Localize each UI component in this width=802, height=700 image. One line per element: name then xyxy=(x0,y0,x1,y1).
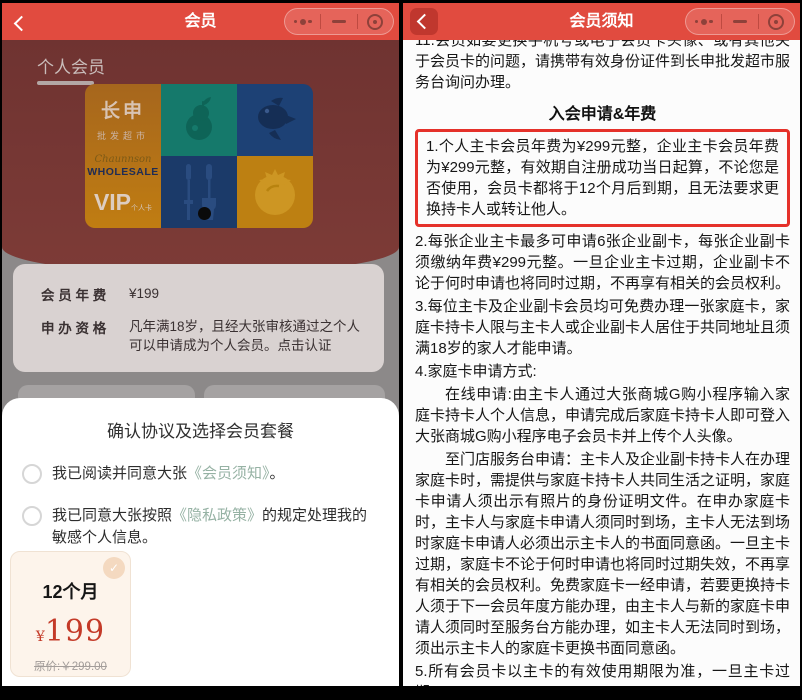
pear-icon xyxy=(175,95,223,145)
check-icon: ✓ xyxy=(103,557,125,579)
brand-name-cn: 长申 xyxy=(101,96,145,123)
minimize-icon[interactable] xyxy=(722,9,757,34)
notice-paragraph-4-instore: 至门店服务台申请：主卡人及企业副卡持卡人在办理家庭卡时，需提供与家庭卡持卡人共同… xyxy=(415,449,790,659)
pear-tile xyxy=(161,84,237,156)
agreement-row-notice: 我已阅读并同意大张《会员须知》。 xyxy=(22,463,381,485)
brand-script-text: Chaunnson xyxy=(95,154,152,165)
tomato-tile xyxy=(237,156,313,228)
notice-paragraph-4-online: 在线申请:由主卡人通过大张商城G购小程序输入家庭卡持卡人个人信息，申请完成后家庭… xyxy=(415,384,790,447)
eligibility-value[interactable]: 凡年满18岁，且经大张审核通过之个人可以申请成为个人会员。点击认证 xyxy=(129,317,370,355)
more-icon[interactable] xyxy=(285,9,320,34)
tomato-icon xyxy=(247,165,303,219)
privacy-policy-link[interactable]: 《隐私政策》 xyxy=(172,507,262,524)
tab-personal-member[interactable]: 个人会员 xyxy=(37,53,105,78)
radio-unchecked-icon[interactable] xyxy=(22,506,42,526)
agreement-prefix: 我已同意大张按照 xyxy=(52,507,172,524)
original-price: 原价:￥299.00 xyxy=(11,658,130,674)
carousel-dot-icon xyxy=(198,207,211,220)
right-nav-bar: 会员须知 xyxy=(403,3,800,40)
vip-card-type: 个人卡 xyxy=(131,205,152,212)
member-notice-screen: 11.会员如要更换手机号或电子会员卡头像、或有其他关于会员卡的问题，请携带有效身… xyxy=(403,3,800,686)
agreement-modal: 确认协议及选择会员套餐 我已阅读并同意大张《会员须知》。 我已同意大张按照《隐私… xyxy=(2,398,399,686)
close-target-icon[interactable] xyxy=(759,9,794,34)
more-icon[interactable] xyxy=(686,9,721,34)
agreement-text: 我已同意大张按照《隐私政策》的规定处理我的敏感个人信息。 xyxy=(52,505,381,549)
close-target-icon[interactable] xyxy=(358,9,393,34)
package-option-12-months[interactable]: ✓ 12个月 ¥199 原价:￥299.00 xyxy=(10,551,131,677)
notice-paragraph-3: 3.每位主卡及企业副卡会员均可免费办理一张家庭卡，家庭卡持卡人限与主卡人或企业副… xyxy=(415,296,790,359)
notice-paragraph-2: 2.每张企业主卡最多可申请6张企业副卡，每张企业副卡须缴纳年费¥299元整。一旦… xyxy=(415,231,790,294)
member-screen: 个人会员 长申 批发超市 Chaunnson WHOLESALE VIP个人卡 xyxy=(2,3,399,686)
radio-unchecked-icon[interactable] xyxy=(22,464,42,484)
annual-fee-value: ¥199 xyxy=(129,284,159,304)
brand-name-en: WHOLESALE xyxy=(87,166,159,178)
left-nav-bar: 会员 xyxy=(2,3,399,40)
miniprogram-capsule xyxy=(685,8,795,35)
minimize-icon[interactable] xyxy=(321,9,356,34)
modal-title: 确认协议及选择会员套餐 xyxy=(2,417,399,442)
notice-paragraph-5: 5.所有会员卡以主卡的有效使用期限为准，一旦主卡过期， xyxy=(415,661,790,686)
agreement-row-privacy: 我已同意大张按照《隐私政策》的规定处理我的敏感个人信息。 xyxy=(22,505,381,549)
package-price: ¥199 xyxy=(11,614,130,649)
notice-highlight-box: 1.个人主卡会员年费为¥299元整，企业主卡会员年费为¥299元整，有效期自注册… xyxy=(415,129,790,227)
notice-content: 11.会员如要更换手机号或电子会员卡头像、或有其他关于会员卡的问题，请携带有效身… xyxy=(415,30,790,686)
currency-symbol: ¥ xyxy=(36,629,45,645)
tab-active-indicator xyxy=(37,81,94,85)
notice-section-heading: 入会申请&年费 xyxy=(415,100,790,124)
member-notice-link[interactable]: 《会员须知》 xyxy=(187,465,270,482)
fish-icon xyxy=(247,97,303,143)
card-brand-panel: 长申 批发超市 Chaunnson WHOLESALE VIP个人卡 xyxy=(85,84,161,228)
miniprogram-capsule xyxy=(284,8,394,35)
agreement-prefix: 我已阅读并同意大张 xyxy=(52,465,187,482)
brand-subtitle: 批发超市 xyxy=(97,129,149,142)
vip-label: VIP个人卡 xyxy=(94,191,152,214)
eligibility-row: 申 办 资 格 凡年满18岁，且经大张审核通过之个人可以申请成为个人会员。点击认… xyxy=(41,317,370,355)
agreement-text: 我已阅读并同意大张《会员须知》。 xyxy=(52,463,285,485)
membership-card-carousel[interactable]: 长申 批发超市 Chaunnson WHOLESALE VIP个人卡 xyxy=(85,84,313,228)
fish-tile xyxy=(237,84,313,156)
annual-fee-label: 会 员 年 费 xyxy=(41,284,129,304)
price-amount: 199 xyxy=(45,614,105,649)
eligibility-label: 申 办 资 格 xyxy=(41,317,129,355)
notice-paragraph-4: 4.家庭卡申请方式: xyxy=(415,361,790,382)
agreement-suffix: 。 xyxy=(270,465,285,482)
membership-info-card: 会 员 年 费 ¥199 申 办 资 格 凡年满18岁，且经大张审核通过之个人可… xyxy=(13,264,384,372)
package-duration: 12个月 xyxy=(11,578,130,604)
annual-fee-row: 会 员 年 费 ¥199 xyxy=(41,284,370,304)
